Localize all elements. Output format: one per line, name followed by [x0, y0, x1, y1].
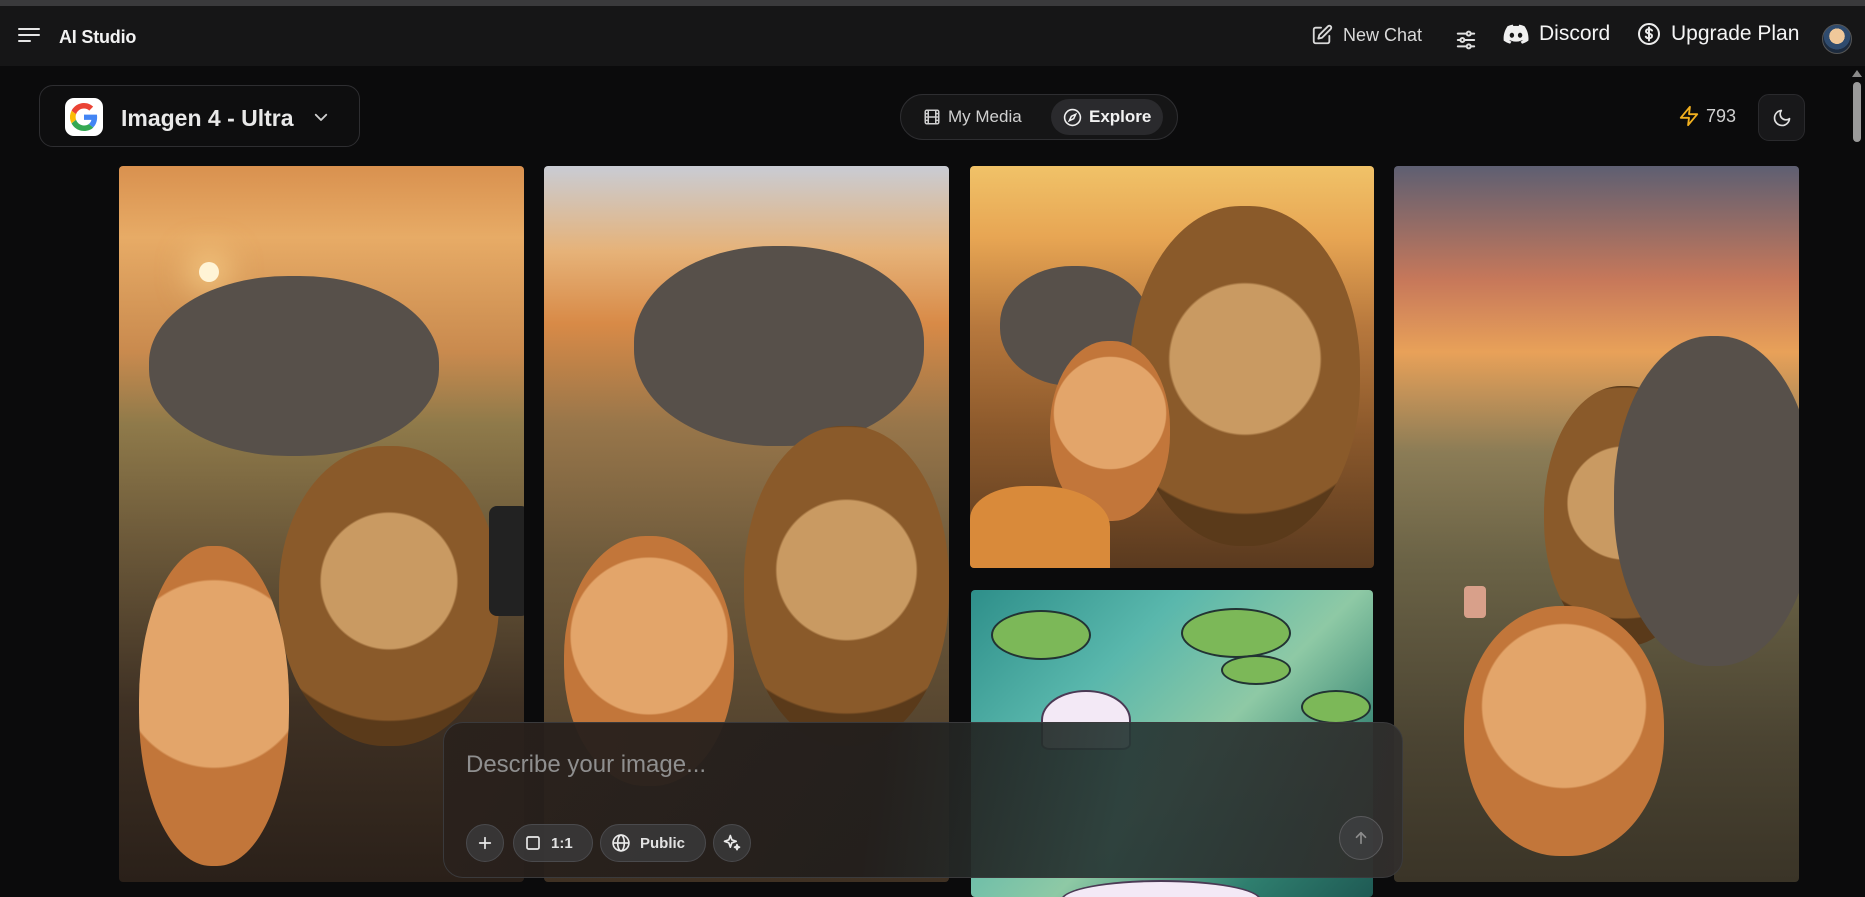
sliders-icon: [1456, 30, 1476, 50]
gallery-image[interactable]: [1394, 166, 1799, 882]
aspect-ratio-button[interactable]: 1:1: [513, 824, 593, 862]
compass-icon: [1063, 108, 1082, 126]
lightning-icon: [1679, 105, 1699, 127]
scroll-thumb[interactable]: [1853, 82, 1861, 142]
send-button[interactable]: [1339, 816, 1383, 860]
film-icon: [924, 109, 940, 125]
credits-count: 793: [1706, 105, 1737, 126]
scroll-up-arrow-icon[interactable]: [1852, 70, 1862, 77]
avatar[interactable]: [1822, 24, 1852, 54]
app-title: AI Studio: [59, 27, 137, 47]
new-chat-label: New Chat: [1343, 24, 1423, 45]
media-explore-toggle: My Media Explore: [900, 94, 1178, 140]
google-logo-icon: [65, 98, 103, 136]
square-icon: [526, 836, 540, 850]
enhance-prompt-button[interactable]: [713, 824, 751, 862]
tab-my-media-label: My Media: [948, 107, 1022, 126]
arrow-up-icon: [1355, 831, 1367, 845]
gallery-image[interactable]: [970, 166, 1374, 568]
visibility-label: Public: [640, 834, 686, 852]
tab-explore-label: Explore: [1089, 107, 1152, 126]
discord-link[interactable]: Discord: [1503, 22, 1610, 46]
upgrade-plan-button[interactable]: Upgrade Plan: [1637, 22, 1799, 46]
menu-icon[interactable]: [18, 28, 40, 46]
prompt-composer: 1:1 Public: [443, 722, 1403, 878]
credits-counter: 793: [1678, 104, 1736, 128]
visibility-button[interactable]: Public: [600, 824, 706, 862]
plus-icon: [478, 836, 492, 850]
theme-toggle-button[interactable]: [1758, 94, 1805, 141]
sparkle-icon: [723, 834, 741, 851]
tab-explore[interactable]: Explore: [1051, 99, 1164, 135]
scrollbar[interactable]: [1849, 66, 1865, 897]
top-bar: AI Studio New Chat Discord Upgrade Plan: [0, 6, 1865, 66]
aspect-ratio-label: 1:1: [551, 834, 573, 852]
pencil-square-icon: [1312, 24, 1333, 45]
tab-my-media[interactable]: My Media: [911, 99, 1034, 135]
globe-icon: [612, 834, 630, 852]
dollar-circle-icon: [1638, 23, 1660, 45]
model-selector[interactable]: Imagen 4 - Ultra: [39, 85, 360, 147]
model-name: Imagen 4 - Ultra: [121, 105, 294, 131]
upgrade-plan-label: Upgrade Plan: [1671, 22, 1800, 45]
settings-sliders-button[interactable]: [1455, 30, 1477, 50]
add-attachment-button[interactable]: [466, 824, 504, 862]
moon-icon: [1773, 109, 1790, 126]
new-chat-button[interactable]: New Chat: [1311, 24, 1422, 46]
discord-label: Discord: [1539, 22, 1611, 45]
discord-icon: [1503, 24, 1529, 44]
prompt-input[interactable]: [466, 747, 1366, 783]
chevron-down-icon: [314, 113, 328, 121]
